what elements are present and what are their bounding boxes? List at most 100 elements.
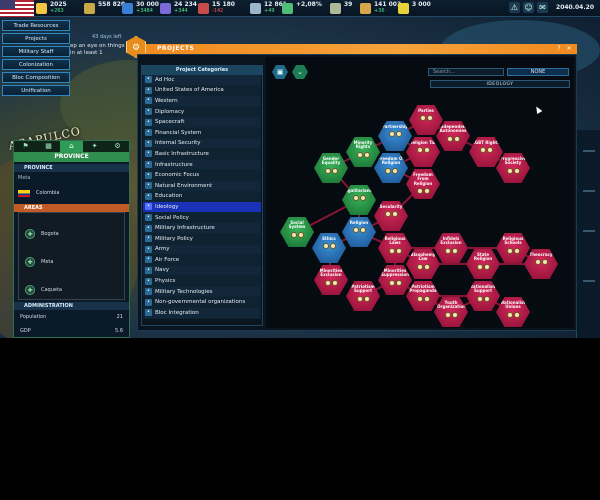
effect-icon	[322, 243, 329, 250]
resource-delta: +3484	[136, 8, 153, 14]
category-item[interactable]: • United States of America	[143, 85, 261, 97]
menu-bloc-composition-button[interactable]: Bloc Composition	[2, 72, 70, 83]
projects-window: PROJECTS ? ✕ ⚙ Project Categories • Ad Ho…	[126, 36, 577, 331]
category-item[interactable]: • Basic Infrastructure	[143, 149, 261, 160]
money-icon	[36, 3, 47, 14]
country-flag[interactable]	[0, 0, 34, 17]
province-panel: ⚑ ▦ ⌂ ✦ ⚙ PROVINCE PROVINCE Meta Colombi…	[13, 140, 130, 338]
category-icon: •	[145, 182, 152, 190]
resource-population[interactable]: 141 003 +36	[360, 1, 401, 16]
category-icon: •	[145, 245, 152, 253]
effect-icon	[388, 131, 395, 138]
area-row[interactable]: ✚ Meta	[19, 253, 124, 271]
province-name: Meta	[18, 175, 31, 181]
category-item[interactable]: • Physics	[143, 276, 261, 287]
project-node-label: Religious Laws	[384, 236, 406, 246]
project-node-icons	[416, 147, 430, 154]
category-item[interactable]: • Western	[143, 96, 261, 107]
category-label: Economic Focus	[155, 172, 200, 179]
category-item[interactable]: • Economic Focus	[143, 170, 261, 181]
control-icon	[198, 3, 209, 14]
category-label: Education	[155, 193, 183, 200]
tree-view-icon[interactable]: ▣	[272, 65, 288, 79]
resource-research[interactable]: 24 234 +344	[160, 1, 197, 16]
category-label: Military Infrastructure	[155, 225, 215, 232]
section-province[interactable]: PROVINCE	[14, 164, 129, 172]
effect-icon	[329, 243, 336, 250]
tab-flag-icon[interactable]: ⚑	[14, 141, 37, 152]
admin-row: Population 21	[14, 310, 129, 324]
close-icon[interactable]: ✕	[565, 45, 573, 53]
effect-icon	[541, 259, 548, 266]
resource-control[interactable]: 15 180 -142	[198, 1, 235, 16]
category-label: Social Policy	[155, 214, 189, 221]
section-areas[interactable]: AREAS	[14, 204, 129, 212]
alert-icon[interactable]: ⚠	[509, 2, 520, 13]
menu-colonization-button[interactable]: Colonization	[2, 59, 70, 70]
project-node-icons	[444, 247, 458, 254]
project-node-icons	[352, 195, 366, 202]
tab-building-icon[interactable]: ▦	[37, 141, 60, 152]
search-input[interactable]: Search...	[428, 68, 504, 76]
area-row[interactable]: ✚ Bogota	[19, 225, 124, 243]
area-row[interactable]: ✚ Caqueta	[19, 281, 124, 299]
resource-nuclear[interactable]: 3 000	[398, 1, 431, 16]
category-item[interactable]: • Air Force	[143, 255, 261, 266]
mail-icon[interactable]: ✉	[537, 2, 548, 13]
menu-hint: ep an eye on things in at least 1	[70, 43, 125, 56]
category-item[interactable]: • Ideology	[143, 202, 261, 213]
category-icon: •	[145, 86, 152, 94]
category-item[interactable]: • Social Policy	[143, 212, 261, 224]
help-icon[interactable]: ?	[555, 45, 563, 53]
population-icon	[360, 3, 371, 14]
game-screen: 2025 +263 558 820 30 000 +3484 24 234 +344 15 1…	[0, 0, 600, 338]
resource-money[interactable]: 2025 +263	[36, 1, 67, 16]
resource-value: 15 180	[212, 1, 235, 8]
category-item[interactable]: • Military Technologies	[143, 286, 261, 298]
tab-province-icon[interactable]: ⌂	[60, 141, 83, 152]
project-node-icons	[416, 263, 430, 270]
resource-army[interactable]: 39	[330, 1, 352, 16]
effect-icon	[395, 279, 402, 286]
category-item[interactable]: • Military Infrastructure	[143, 223, 261, 234]
project-node-label: Religious Schools	[502, 236, 524, 246]
menu-projects-button[interactable]: Projects	[2, 33, 70, 44]
category-label: Military Technologies	[155, 288, 213, 295]
resource-boost[interactable]: 558 820	[84, 1, 125, 16]
category-item[interactable]: • Education	[143, 191, 261, 203]
category-item[interactable]: • Bloc Integration	[143, 308, 261, 319]
resource-growth[interactable]: +2,08%	[282, 1, 322, 16]
menu-trade-resources-button[interactable]: Trade Resources	[2, 20, 70, 31]
category-item[interactable]: • Spacecraft	[143, 117, 261, 128]
category-item[interactable]: • Ad Hoc	[143, 75, 261, 86]
resource-value: 24 234	[174, 1, 197, 8]
category-item[interactable]: • Financial System	[143, 127, 261, 139]
section-administration[interactable]: ADMINISTRATION	[14, 302, 129, 310]
army-icon	[330, 3, 341, 14]
category-item[interactable]: • Infrastructure	[143, 159, 261, 171]
category-item[interactable]: • Non-governmental organizations	[143, 297, 261, 309]
category-item[interactable]: • Navy	[143, 265, 261, 277]
project-node-label: Youth Organizations	[437, 300, 469, 310]
resource-ops[interactable]: 30 000 +3484	[122, 1, 159, 16]
effect-icon	[513, 311, 520, 318]
project-node-label: Theocracy	[529, 252, 553, 257]
tab-army-icon[interactable]: ✦	[83, 141, 106, 152]
filter-dropdown[interactable]: NONE	[507, 68, 569, 76]
country-row[interactable]: Colombia	[14, 184, 129, 202]
admin-label: GDP	[20, 328, 31, 334]
effect-icon	[506, 167, 513, 174]
effect-icon	[506, 247, 513, 254]
project-node-icons	[384, 211, 398, 218]
category-item[interactable]: • Military Policy	[143, 233, 261, 245]
tab-settings-icon[interactable]: ⚙	[106, 141, 129, 152]
category-item[interactable]: • Diplomacy	[143, 106, 261, 118]
category-item[interactable]: • Internal Security	[143, 138, 261, 150]
category-icon: •	[145, 224, 152, 232]
people-icon[interactable]: ☺	[523, 2, 534, 13]
menu-unification-button[interactable]: Unification	[2, 85, 70, 96]
expand-icon[interactable]: ⌄	[292, 65, 308, 79]
category-item[interactable]: • Natural Environment	[143, 180, 261, 192]
menu-military-staff-button[interactable]: Military Staff	[2, 46, 70, 57]
category-item[interactable]: • Army	[143, 244, 261, 256]
